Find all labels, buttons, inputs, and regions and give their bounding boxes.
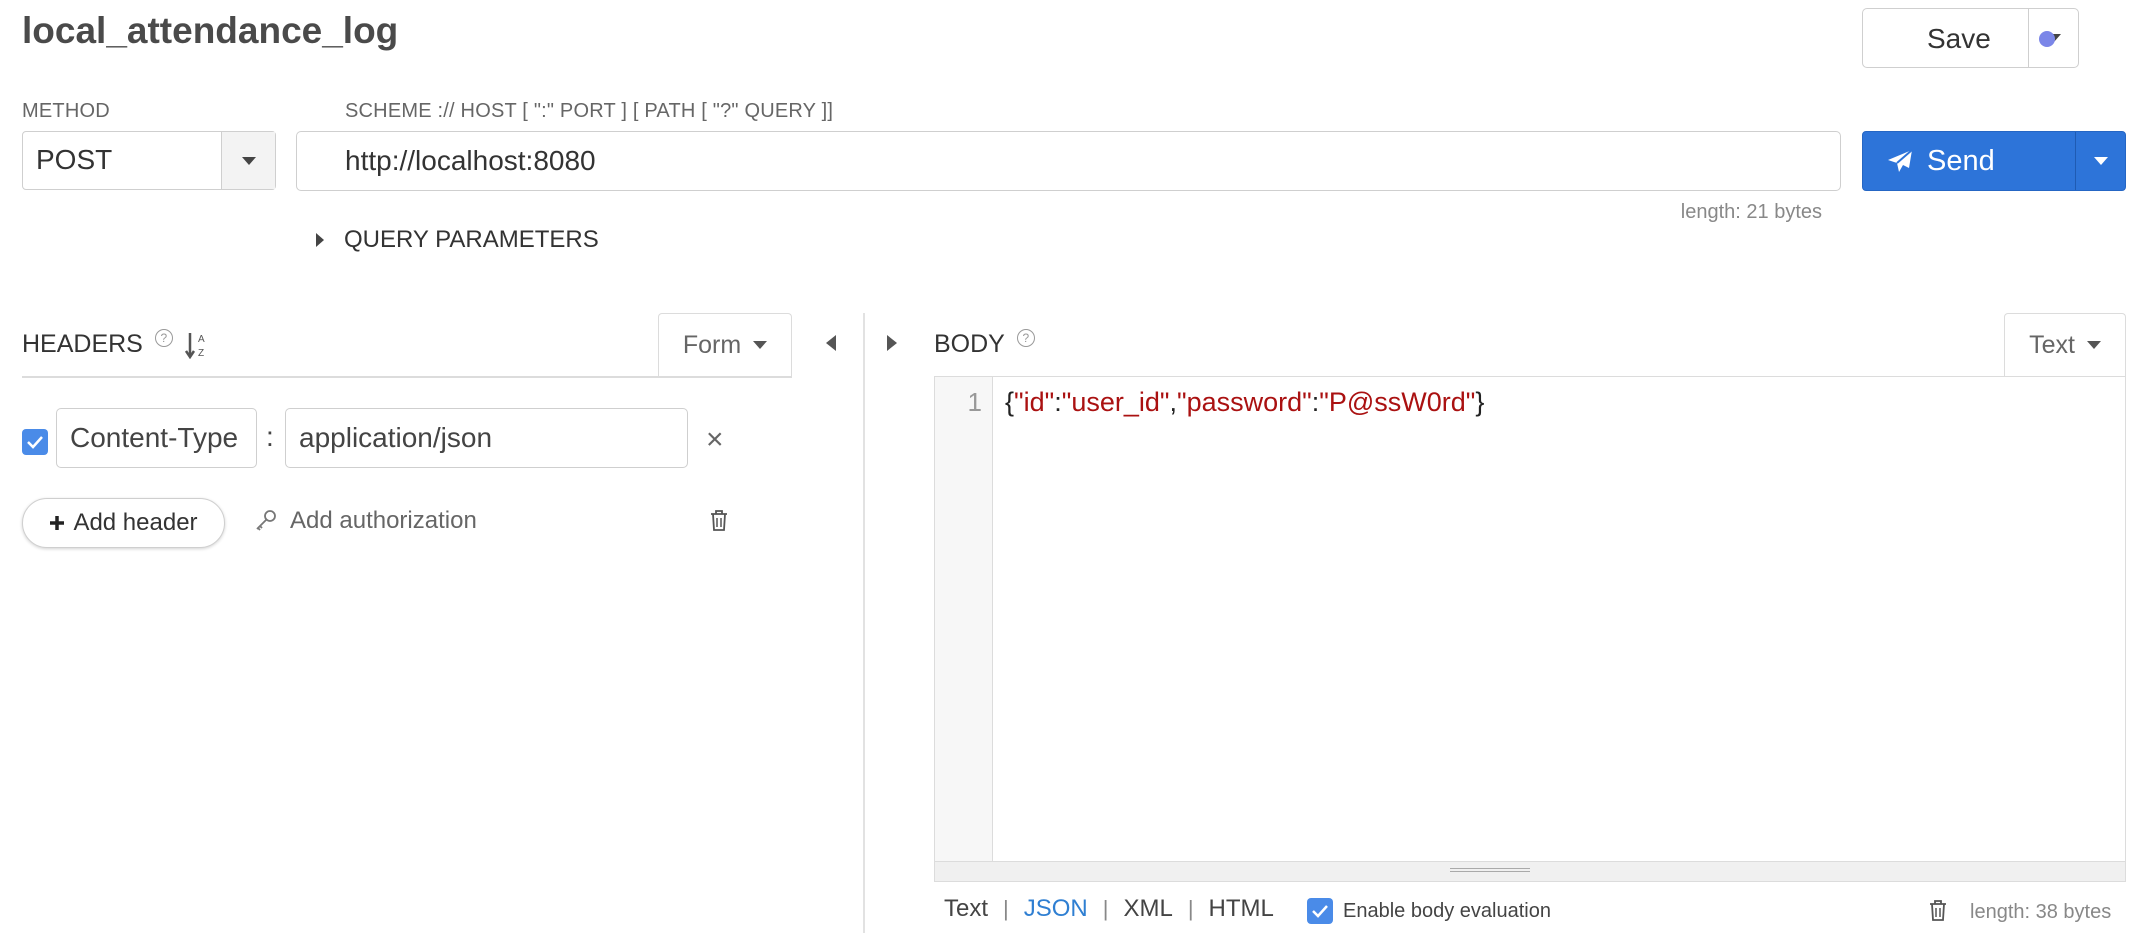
- send-split-button[interactable]: Send: [1862, 131, 2126, 191]
- resize-grip-icon[interactable]: [1450, 868, 1530, 872]
- body-title: BODY: [934, 330, 1005, 358]
- method-value: POST: [36, 144, 113, 175]
- url-input[interactable]: [296, 131, 1841, 191]
- key-icon: [256, 510, 276, 531]
- caret-right-icon: [316, 233, 324, 247]
- paper-plane-icon: [1888, 149, 1913, 172]
- add-header-button[interactable]: Add header: [22, 498, 225, 548]
- save-split-button[interactable]: Save: [1862, 8, 2079, 68]
- trash-icon[interactable]: [1928, 899, 1948, 921]
- plus-icon: [50, 516, 65, 530]
- checkmark-icon: [1312, 905, 1328, 918]
- add-header-label: Add header: [73, 509, 198, 536]
- code-key: "password": [1176, 387, 1312, 417]
- headers-mode-label: Form: [682, 331, 742, 359]
- svg-text:Z: Z: [198, 348, 204, 359]
- unsaved-indicator-dot: [2039, 31, 2055, 47]
- url-format-label: SCHEME :// HOST [ ":" PORT ] [ PATH [ "?…: [345, 100, 834, 122]
- enable-body-evaluation-label: Enable body evaluation: [1343, 899, 1551, 922]
- send-options-button[interactable]: [2075, 132, 2125, 190]
- panel-divider[interactable]: [863, 313, 865, 933]
- chevron-down-icon: [241, 156, 256, 165]
- sort-alpha-down-icon[interactable]: A Z: [184, 331, 209, 359]
- header-separator: :: [266, 421, 274, 452]
- code-value: "P@ssW0rd": [1319, 387, 1476, 417]
- method-label: METHOD: [22, 100, 110, 122]
- editor-resize-bar[interactable]: [935, 861, 2125, 881]
- query-parameters-toggle[interactable]: QUERY PARAMETERS: [316, 226, 599, 254]
- body-format-bar: Text | JSON | XML | HTML: [944, 895, 1274, 923]
- url-length: length: 21 bytes: [1680, 201, 1822, 223]
- code-key: "id": [1014, 387, 1055, 417]
- code-value: "user_id": [1061, 387, 1170, 417]
- send-button[interactable]: Send: [1863, 132, 2075, 190]
- trash-icon[interactable]: [709, 509, 729, 531]
- format-html[interactable]: HTML: [1209, 895, 1274, 923]
- caret-left-icon[interactable]: [826, 335, 836, 351]
- header-value-input[interactable]: [285, 408, 688, 468]
- body-length: length: 38 bytes: [1970, 901, 2112, 923]
- header-key-input[interactable]: [56, 408, 257, 468]
- enable-body-evaluation-checkbox[interactable]: [1307, 898, 1333, 924]
- headers-title: HEADERS: [22, 330, 143, 358]
- save-button[interactable]: Save: [1863, 9, 2055, 67]
- line-number: 1: [967, 387, 982, 417]
- query-parameters-label: QUERY PARAMETERS: [344, 226, 599, 253]
- code-comma: ,: [1169, 387, 1177, 417]
- chevron-down-icon: [2086, 341, 2101, 349]
- code-brace-close: }: [1475, 387, 1485, 417]
- format-text[interactable]: Text: [944, 895, 988, 923]
- add-authorization-button[interactable]: Add authorization: [254, 507, 477, 535]
- format-xml[interactable]: XML: [1123, 895, 1172, 923]
- line-gutter: 1: [935, 377, 993, 881]
- headers-section-header: HEADERS ? A Z: [22, 328, 209, 359]
- headers-mode-dropdown[interactable]: Form: [658, 313, 792, 377]
- headers-divider: [22, 376, 792, 378]
- code-brace-open: {: [1005, 387, 1015, 417]
- save-label: Save: [1927, 23, 1991, 54]
- format-separator: |: [1187, 896, 1194, 921]
- format-separator: |: [1003, 896, 1009, 921]
- chevron-down-icon: [2093, 157, 2108, 165]
- help-icon[interactable]: ?: [1016, 328, 1035, 347]
- request-title: local_attendance_log: [22, 10, 399, 51]
- body-section-header: BODY ?: [934, 328, 1035, 359]
- add-authorization-label: Add authorization: [290, 507, 477, 534]
- method-select[interactable]: POST: [22, 131, 276, 190]
- header-enabled-checkbox[interactable]: [22, 429, 48, 455]
- code-line[interactable]: {"id":"user_id","password":"P@ssW0rd"}: [1005, 387, 1484, 418]
- chevron-down-icon: [753, 341, 768, 349]
- svg-text:A: A: [198, 334, 205, 345]
- caret-right-icon[interactable]: [887, 335, 897, 351]
- body-editor[interactable]: 1 {"id":"user_id","password":"P@ssW0rd"}: [934, 376, 2126, 882]
- send-label: Send: [1927, 144, 1995, 177]
- code-colon: :: [1054, 387, 1062, 417]
- checkmark-icon: [27, 436, 43, 449]
- format-json[interactable]: JSON: [1024, 895, 1088, 923]
- body-mode-label: Text: [2029, 331, 2075, 359]
- close-icon[interactable]: ×: [706, 425, 724, 455]
- body-mode-dropdown[interactable]: Text: [2004, 313, 2126, 377]
- method-dropdown-button[interactable]: [221, 132, 275, 189]
- help-icon[interactable]: ?: [154, 328, 173, 347]
- format-separator: |: [1102, 896, 1109, 921]
- enable-body-evaluation[interactable]: Enable body evaluation: [1307, 898, 1551, 924]
